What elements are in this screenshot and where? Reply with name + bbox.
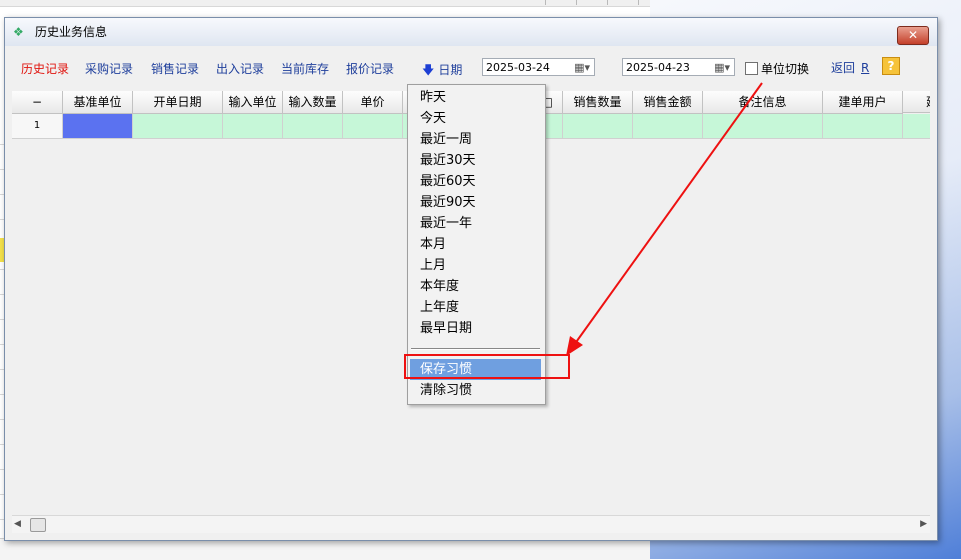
annotation-arrow-head (566, 336, 583, 356)
annotation-arrow (566, 82, 763, 356)
annotation-arrow-line (573, 82, 763, 346)
